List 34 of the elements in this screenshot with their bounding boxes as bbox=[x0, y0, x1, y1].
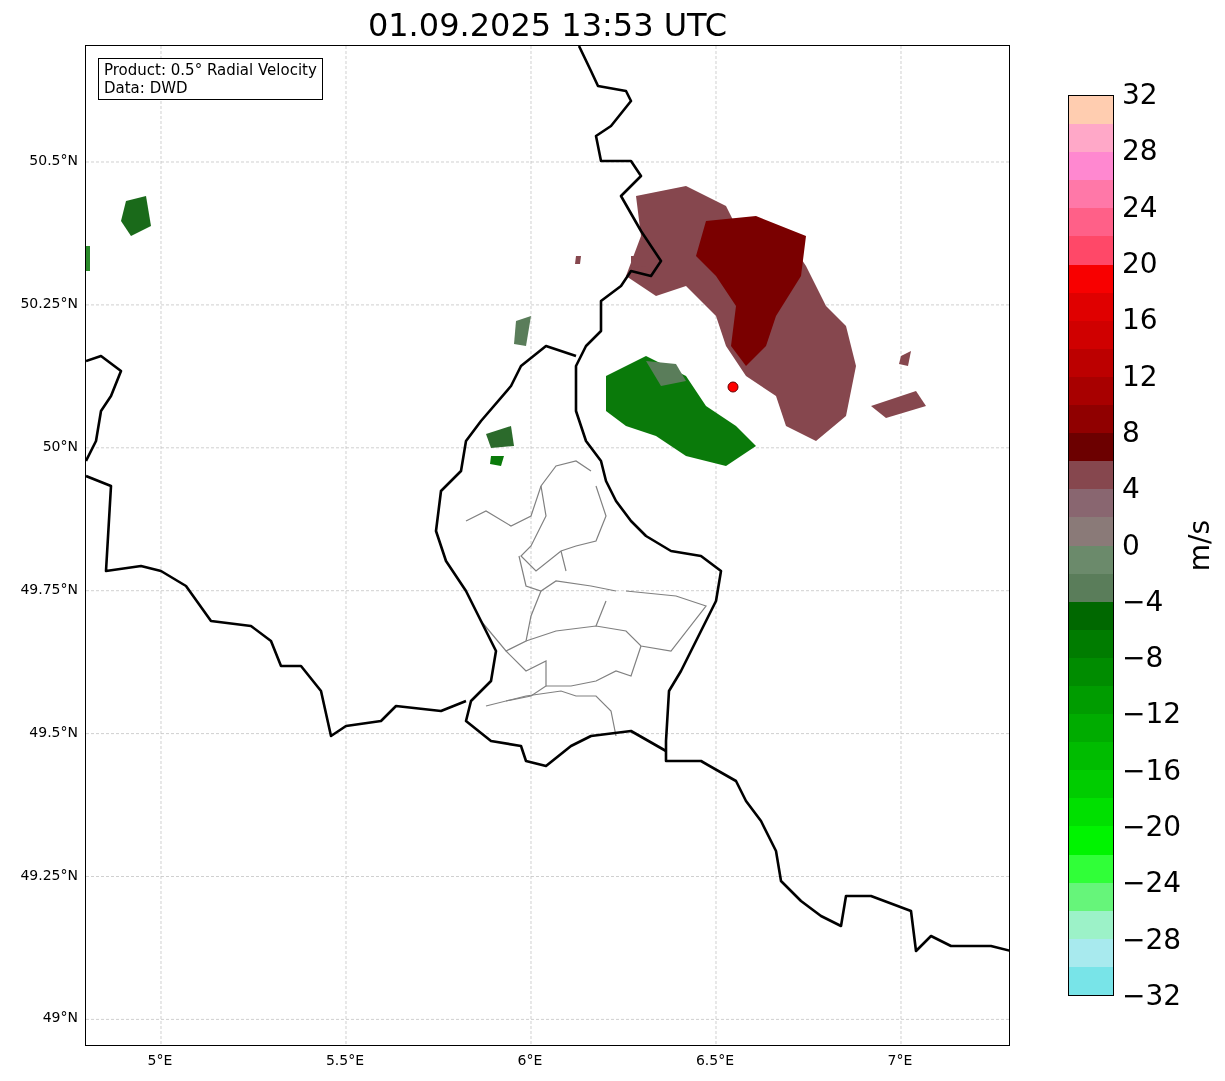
radar-site-marker bbox=[727, 381, 739, 393]
legend-text: Data: DWD bbox=[104, 79, 189, 97]
plot-title: 01.09.2025 13:53 UTC bbox=[366, 5, 729, 45]
colorbar-tick-label: 16 bbox=[1122, 304, 1158, 337]
colorbar-tick-label: −12 bbox=[1122, 698, 1182, 731]
colorbar-tick-label: −32 bbox=[1122, 980, 1182, 1012]
colorbar-tick-label: −8 bbox=[1122, 642, 1164, 675]
latitude-tick-label: 49°N bbox=[42, 1009, 78, 1026]
colorbar-tick-label: 28 bbox=[1122, 135, 1158, 168]
colorbar-tick-label: −20 bbox=[1122, 811, 1182, 844]
latitude-tick-label: 49.5°N bbox=[29, 723, 78, 740]
latitude-tick-label: 49.25°N bbox=[20, 866, 78, 883]
colorbar-tick-label: 8 bbox=[1122, 416, 1140, 449]
colorbar-tick-label: −16 bbox=[1122, 754, 1182, 787]
longitude-tick-label: 5°E bbox=[146, 1052, 174, 1068]
longitude-tick-label: 5.5°E bbox=[324, 1052, 366, 1068]
longitude-tick-label: 6.5°E bbox=[694, 1052, 736, 1068]
longitude-tick-label: 6°E bbox=[516, 1052, 544, 1068]
colorbar-tick-label: 32 bbox=[1122, 79, 1158, 111]
colorbar-tick-label: −4 bbox=[1122, 585, 1164, 618]
latitude-tick-label: 50°N bbox=[42, 437, 78, 454]
colorbar-tick-label: 12 bbox=[1122, 360, 1158, 393]
colorbar-tick-label: −24 bbox=[1122, 867, 1182, 900]
legend-text: Product: 0.5° Radial Velocity bbox=[104, 61, 317, 79]
latitude-tick-label: 49.75°N bbox=[20, 580, 78, 597]
colorbar-tick-label: 0 bbox=[1122, 529, 1140, 562]
longitude-tick-label: 7°E bbox=[886, 1052, 914, 1068]
colorbar-tick-label: 4 bbox=[1122, 473, 1140, 506]
latitude-tick-label: 50.5°N bbox=[29, 152, 78, 168]
colorbar-tick-label: 24 bbox=[1122, 191, 1158, 224]
colorbar-tick-label: −28 bbox=[1122, 923, 1182, 956]
latitude-tick-label: 50.25°N bbox=[20, 294, 78, 311]
colorbar-unit-label: m/s bbox=[1184, 519, 1216, 572]
colorbar-tick-label: 20 bbox=[1122, 247, 1158, 280]
